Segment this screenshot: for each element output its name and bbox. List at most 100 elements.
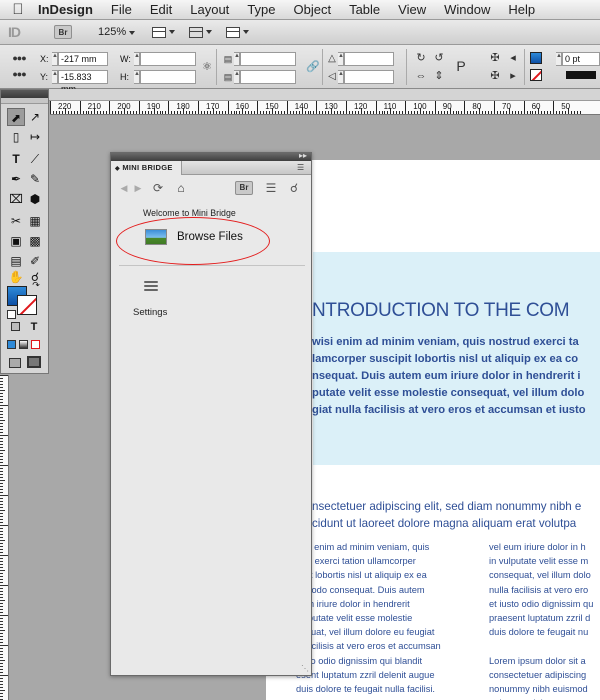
vertical-ruler[interactable] bbox=[0, 375, 9, 700]
menu-table[interactable]: Table bbox=[340, 0, 389, 20]
mini-bridge-grip[interactable]: ▸▸ bbox=[111, 151, 311, 161]
y-input[interactable]: -15.833 mm bbox=[58, 69, 108, 94]
reference-point-icon[interactable]: ●●● bbox=[12, 51, 26, 65]
x-position-field[interactable]: X: ▲ -217 mm bbox=[40, 51, 108, 66]
rotation-input[interactable] bbox=[344, 51, 394, 66]
h-input[interactable] bbox=[140, 69, 196, 84]
tools-panel-grip[interactable] bbox=[1, 90, 48, 98]
x-input[interactable]: -217 mm bbox=[58, 51, 108, 66]
view-options-button[interactable] bbox=[152, 26, 175, 38]
apple-menu-icon[interactable]:  bbox=[0, 1, 36, 18]
go-to-bridge-button[interactable]: Br bbox=[235, 180, 253, 196]
zoom-level[interactable]: 125% bbox=[98, 26, 144, 38]
settings-icon[interactable] bbox=[144, 279, 158, 293]
intro-text-line: giat nulla facilisis at vero eros et acc… bbox=[312, 404, 586, 416]
rotate-cw-icon[interactable]: ↻ bbox=[414, 51, 428, 65]
pen-tool-icon[interactable]: ✒ bbox=[7, 170, 25, 188]
select-container-icon[interactable]: ✠ bbox=[488, 51, 502, 65]
scale-x-field[interactable]: ▤ ▲ bbox=[222, 51, 296, 66]
reference-point-row-icon[interactable]: ●●● bbox=[12, 67, 26, 81]
apply-none-icon[interactable] bbox=[31, 340, 40, 349]
screen-mode-button[interactable] bbox=[189, 26, 212, 38]
scale-y-field[interactable]: ▤ ▲ bbox=[222, 69, 296, 84]
stroke-weight-input[interactable]: 0 pt bbox=[562, 51, 600, 66]
stroke-type-selector[interactable] bbox=[566, 71, 596, 79]
forward-arrow-icon[interactable]: ▶ bbox=[133, 180, 143, 196]
body-text-line: duis dolore te feugait nu bbox=[489, 627, 589, 638]
apply-color-icon[interactable] bbox=[7, 340, 16, 349]
mini-bridge-tab[interactable]: ◆ MINI BRIDGE bbox=[111, 161, 182, 175]
menu-object[interactable]: Object bbox=[285, 0, 341, 20]
flip-vertical-icon[interactable]: ⇕ bbox=[432, 69, 446, 83]
select-previous-icon[interactable]: ◂ bbox=[506, 51, 520, 65]
pencil-tool-icon[interactable]: ✎ bbox=[26, 170, 44, 188]
height-field[interactable]: H: ▲ bbox=[120, 69, 196, 84]
page-tool-icon[interactable]: ▯ bbox=[7, 128, 25, 146]
type-tool-icon[interactable]: T bbox=[7, 150, 25, 168]
scissors-tool-icon[interactable]: ✂ bbox=[7, 212, 25, 230]
browse-files-button[interactable]: Browse Files bbox=[145, 229, 243, 245]
rotate-ccw-icon[interactable]: ↺ bbox=[432, 51, 446, 65]
panel-menu-icon[interactable]: ☰ bbox=[297, 163, 307, 172]
menu-view[interactable]: View bbox=[389, 0, 435, 20]
swap-fill-stroke-icon[interactable]: ↷ bbox=[31, 280, 41, 290]
recent-folders-icon[interactable]: ⟳ bbox=[149, 180, 167, 196]
gradient-swatch-tool-icon[interactable]: ▣ bbox=[7, 232, 25, 250]
menu-layout[interactable]: Layout bbox=[181, 0, 238, 20]
arrange-documents-button[interactable] bbox=[226, 26, 249, 38]
free-transform-tool-icon[interactable]: ▦ bbox=[26, 212, 44, 230]
shear-input[interactable] bbox=[344, 69, 394, 84]
menu-help[interactable]: Help bbox=[499, 0, 544, 20]
flip-horizontal-icon[interactable]: ⇔ bbox=[414, 69, 428, 83]
polygon-tool-icon[interactable]: ⬢ bbox=[26, 190, 44, 208]
stroke-weight-field[interactable]: ▲ 0 pt bbox=[556, 51, 600, 66]
home-icon[interactable]: ⌂ bbox=[173, 180, 189, 196]
menu-app-indesign[interactable]: InDesign bbox=[36, 0, 102, 20]
hand-tool-icon[interactable]: ✋ bbox=[7, 268, 25, 286]
w-input[interactable] bbox=[140, 51, 196, 66]
line-tool-icon[interactable]: ⟋ bbox=[26, 150, 44, 168]
menu-type[interactable]: Type bbox=[238, 0, 284, 20]
ruler-tick bbox=[0, 555, 8, 556]
apply-gradient-icon[interactable] bbox=[19, 340, 28, 349]
search-icon[interactable]: ☌ bbox=[287, 180, 301, 196]
menu-window[interactable]: Window bbox=[435, 0, 499, 20]
gradient-feather-tool-icon[interactable]: ▩ bbox=[26, 232, 44, 250]
rectangle-frame-tool-icon[interactable]: ⌧ bbox=[7, 190, 25, 208]
select-content-icon[interactable]: ✠ bbox=[488, 69, 502, 83]
formatting-container-icon[interactable] bbox=[11, 322, 20, 331]
menu-edit[interactable]: Edit bbox=[141, 0, 181, 20]
rotation-angle-field[interactable]: △ ▲ bbox=[326, 51, 394, 66]
constrain-proportions-icon[interactable]: ⚛ bbox=[200, 60, 214, 74]
gap-tool-icon[interactable]: ↦ bbox=[26, 128, 44, 146]
settings-label[interactable]: Settings bbox=[133, 307, 167, 318]
view-menu-icon[interactable]: ☰ bbox=[261, 180, 281, 196]
y-position-field[interactable]: Y: ▲ -15.833 mm bbox=[40, 69, 108, 94]
mini-bridge-titlebar[interactable]: ◆ MINI BRIDGE ☰ bbox=[111, 161, 311, 175]
stroke-color-swatch[interactable] bbox=[530, 69, 542, 81]
fill-color-swatch[interactable] bbox=[530, 52, 542, 64]
horizontal-ruler[interactable]: 220 210 200 190 180 170 160 150 140 130 120 110 100 9… bbox=[50, 101, 600, 115]
body-text-line: a facilisis at vero eros et accumsan bbox=[296, 641, 441, 652]
select-next-icon[interactable]: ▸ bbox=[506, 69, 520, 83]
ruler-tick bbox=[200, 111, 202, 114]
preview-view-icon[interactable] bbox=[27, 356, 41, 368]
scale-y-input[interactable] bbox=[240, 69, 296, 84]
tools-panel-header[interactable] bbox=[1, 98, 48, 104]
default-fill-stroke-icon[interactable] bbox=[7, 310, 16, 319]
shear-angle-field[interactable]: ◁ ▲ bbox=[326, 69, 394, 84]
back-arrow-icon[interactable]: ◀ bbox=[119, 180, 129, 196]
direct-selection-tool-icon[interactable]: ↗ bbox=[26, 108, 44, 126]
scale-x-input[interactable] bbox=[240, 51, 296, 66]
resize-grip-icon[interactable]: ⋱ bbox=[301, 665, 309, 673]
collapse-panel-icon[interactable]: ▸▸ bbox=[299, 151, 307, 160]
menu-file[interactable]: File bbox=[102, 0, 141, 20]
ruler-tick bbox=[491, 111, 493, 114]
stroke-swatch[interactable] bbox=[17, 295, 37, 315]
constrain-scale-link-icon[interactable]: 🔗 bbox=[306, 60, 320, 74]
formatting-text-icon[interactable]: T bbox=[25, 318, 43, 336]
bridge-button[interactable]: Br bbox=[54, 25, 72, 39]
normal-view-icon[interactable] bbox=[9, 358, 21, 368]
selection-tool-icon[interactable]: ⬈ bbox=[7, 108, 25, 126]
width-field[interactable]: W: ▲ bbox=[120, 51, 196, 66]
